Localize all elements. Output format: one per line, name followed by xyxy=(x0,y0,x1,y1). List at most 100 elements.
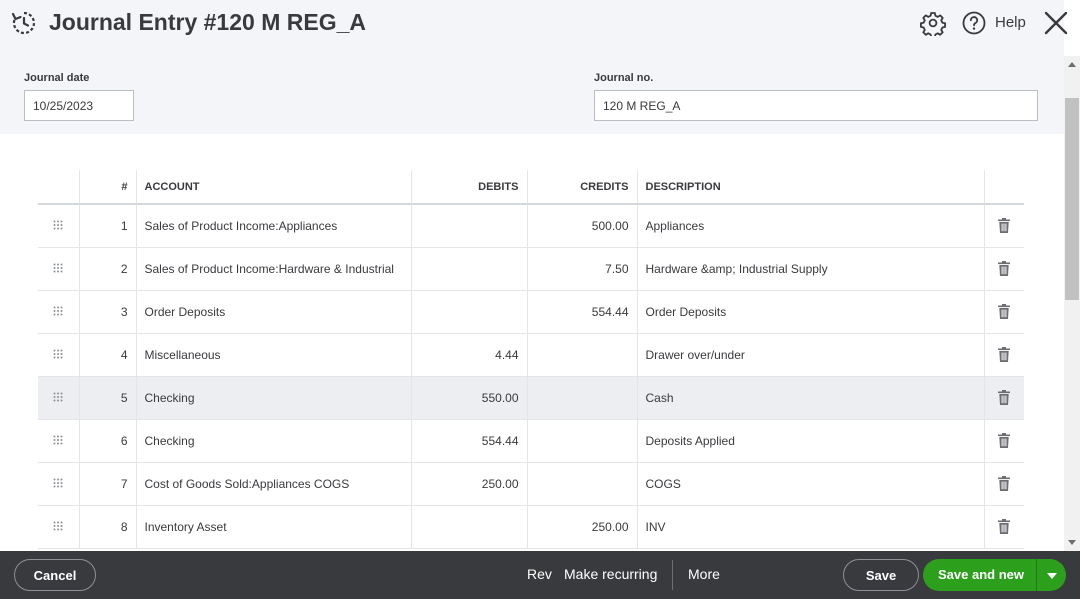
row-number: 2 xyxy=(78,247,136,291)
row-number: 4 xyxy=(78,333,136,377)
debits-cell[interactable]: 550.00 xyxy=(410,376,527,420)
drag-handle-icon[interactable] xyxy=(53,520,63,534)
column-header-account: ACCOUNT xyxy=(135,170,411,205)
account-cell[interactable]: Order Deposits xyxy=(135,290,411,334)
account-cell[interactable]: Cost of Goods Sold:Appliances COGS xyxy=(135,462,411,506)
delete-column-header xyxy=(983,170,1024,205)
account-cell[interactable]: Sales of Product Income:Appliances xyxy=(135,204,411,248)
help-icon[interactable] xyxy=(962,11,986,35)
account-cell[interactable]: Checking xyxy=(135,376,411,420)
account-cell[interactable]: Checking xyxy=(135,419,411,463)
drag-handle[interactable] xyxy=(38,247,79,291)
history-icon[interactable] xyxy=(11,10,37,36)
trash-icon[interactable] xyxy=(998,347,1011,363)
description-cell[interactable]: Drawer over/under xyxy=(636,333,984,377)
table-row[interactable]: 7 Cost of Goods Sold:Appliances COGS 250.0… xyxy=(38,462,1024,506)
credits-cell[interactable]: 7.50 xyxy=(526,247,637,291)
table-row[interactable]: 1 Sales of Product Income:Appliances 500.0… xyxy=(38,204,1024,248)
credits-cell[interactable] xyxy=(526,462,637,506)
drag-handle[interactable] xyxy=(38,462,79,506)
journal-no-label: Journal no. xyxy=(594,72,654,84)
close-icon[interactable] xyxy=(1043,10,1069,36)
trash-icon[interactable] xyxy=(998,261,1011,277)
save-button[interactable]: Save xyxy=(843,559,919,591)
cancel-button[interactable]: Cancel xyxy=(14,559,96,591)
scroll-down-arrow[interactable] xyxy=(1068,540,1076,545)
debits-cell[interactable] xyxy=(410,204,527,248)
save-and-new-button[interactable]: Save and new xyxy=(923,559,1035,591)
drag-handle-icon[interactable] xyxy=(53,477,63,491)
drag-handle-icon[interactable] xyxy=(53,262,63,276)
caret-down-icon xyxy=(1047,573,1057,579)
row-number: 8 xyxy=(78,505,136,549)
scroll-up-arrow[interactable] xyxy=(1068,62,1076,67)
description-cell[interactable]: Deposits Applied xyxy=(636,419,984,463)
drag-handle[interactable] xyxy=(38,419,79,463)
drag-handle[interactable] xyxy=(38,333,79,377)
table-row[interactable]: 8 Inventory Asset 250.00 INV xyxy=(38,505,1024,549)
more-link[interactable]: More xyxy=(688,566,720,582)
drag-column-header xyxy=(38,170,79,205)
table-row[interactable]: 5 Checking 550.00 Cash xyxy=(38,376,1024,420)
journal-fields: Journal date Journal no. xyxy=(0,48,1064,134)
header: Journal Entry #120 M REG_A Help xyxy=(0,0,1068,48)
help-link[interactable]: Help xyxy=(995,14,1026,31)
debits-cell[interactable] xyxy=(410,247,527,291)
journal-lines-table: # ACCOUNT DEBITS CREDITS DESCRIPTION 1 Sa… xyxy=(38,170,1024,549)
trash-icon[interactable] xyxy=(998,304,1011,320)
account-cell[interactable]: Inventory Asset xyxy=(135,505,411,549)
credits-cell[interactable] xyxy=(526,376,637,420)
make-recurring-link[interactable]: Make recurring xyxy=(564,566,657,582)
credits-cell[interactable]: 500.00 xyxy=(526,204,637,248)
delete-cell xyxy=(983,462,1024,506)
description-cell[interactable]: Hardware &amp; Industrial Supply xyxy=(636,247,984,291)
table-row[interactable]: 4 Miscellaneous 4.44 Drawer over/under xyxy=(38,333,1024,377)
save-options-dropdown[interactable] xyxy=(1036,559,1066,591)
gear-icon[interactable] xyxy=(920,10,946,36)
drag-handle[interactable] xyxy=(38,376,79,420)
table-row[interactable]: 3 Order Deposits 554.44 Order Deposits xyxy=(38,290,1024,334)
drag-handle-icon[interactable] xyxy=(53,305,63,319)
trash-icon[interactable] xyxy=(998,519,1011,535)
drag-handle[interactable] xyxy=(38,290,79,334)
credits-cell[interactable] xyxy=(526,333,637,377)
trash-icon[interactable] xyxy=(998,476,1011,492)
drag-handle-icon[interactable] xyxy=(53,348,63,362)
scrollbar-thumb[interactable] xyxy=(1065,98,1079,300)
row-number: 5 xyxy=(78,376,136,420)
description-cell[interactable]: Appliances xyxy=(636,204,984,248)
description-cell[interactable]: Cash xyxy=(636,376,984,420)
reverse-link[interactable]: Rev xyxy=(527,566,552,582)
drag-handle-icon[interactable] xyxy=(53,391,63,405)
debits-cell[interactable]: 4.44 xyxy=(410,333,527,377)
credits-cell[interactable]: 554.44 xyxy=(526,290,637,334)
save-and-new-split-button: Save and new xyxy=(923,559,1066,591)
drag-handle-icon[interactable] xyxy=(53,434,63,448)
trash-icon[interactable] xyxy=(998,390,1011,406)
table-row[interactable]: 6 Checking 554.44 Deposits Applied xyxy=(38,419,1024,463)
description-cell[interactable]: INV xyxy=(636,505,984,549)
debits-cell[interactable] xyxy=(410,290,527,334)
credits-cell[interactable]: 250.00 xyxy=(526,505,637,549)
account-cell[interactable]: Sales of Product Income:Hardware & Indus… xyxy=(135,247,411,291)
description-cell[interactable]: Order Deposits xyxy=(636,290,984,334)
table-row[interactable]: 2 Sales of Product Income:Hardware & Indu… xyxy=(38,247,1024,291)
journal-no-input[interactable] xyxy=(594,90,1038,121)
journal-date-input[interactable] xyxy=(24,90,134,121)
credits-cell[interactable] xyxy=(526,419,637,463)
table-header-row: # ACCOUNT DEBITS CREDITS DESCRIPTION xyxy=(38,170,1024,205)
description-cell[interactable]: COGS xyxy=(636,462,984,506)
vertical-scrollbar[interactable] xyxy=(1064,56,1080,551)
drag-handle[interactable] xyxy=(38,505,79,549)
drag-handle-icon[interactable] xyxy=(53,219,63,233)
trash-icon[interactable] xyxy=(998,433,1011,449)
account-cell[interactable]: Miscellaneous xyxy=(135,333,411,377)
row-number: 6 xyxy=(78,419,136,463)
debits-cell[interactable] xyxy=(410,505,527,549)
debits-cell[interactable]: 250.00 xyxy=(410,462,527,506)
drag-handle[interactable] xyxy=(38,204,79,248)
delete-cell xyxy=(983,505,1024,549)
row-number: 1 xyxy=(78,204,136,248)
debits-cell[interactable]: 554.44 xyxy=(410,419,527,463)
trash-icon[interactable] xyxy=(998,218,1011,234)
